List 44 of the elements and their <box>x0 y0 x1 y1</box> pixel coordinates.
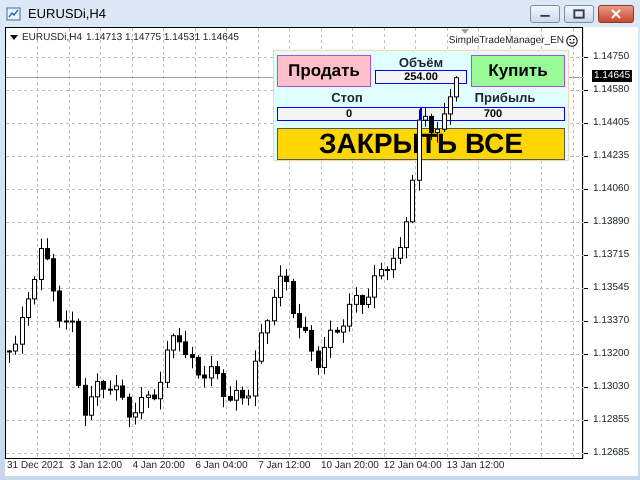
time-label: 4 Jan 20:00 <box>132 460 185 472</box>
price-label: 1.13370 <box>593 315 630 327</box>
window-title: EURUSDi,H4 <box>28 4 106 23</box>
symbol-label: EURUSDi,H4 <box>22 32 82 44</box>
price-label: 1.14580 <box>593 84 630 96</box>
time-label: 3 Jan 12:00 <box>70 460 122 472</box>
time-label: 10 Jan 20:00 <box>321 460 379 472</box>
maximize-button[interactable] <box>564 4 594 22</box>
minimize-icon <box>540 14 550 16</box>
close-icon <box>611 8 621 18</box>
buy-button[interactable]: Купить <box>471 55 565 87</box>
price-label: 1.13890 <box>593 216 630 228</box>
profit-label: Прибыль <box>474 90 536 104</box>
stop-field[interactable]: 0 <box>277 107 421 121</box>
price-label: 1.13200 <box>593 348 630 360</box>
ohlc-values: 1.14713 1.14775 1.14531 1.14645 <box>86 32 239 44</box>
indicator-name: SimpleTradeManager_EN <box>448 35 564 47</box>
time-label: 6 Jan 04:00 <box>195 460 248 472</box>
price-label: 1.13715 <box>593 249 630 261</box>
time-label: 12 Jan 04:00 <box>384 460 442 472</box>
price-label: 1.14750 <box>593 51 630 63</box>
price-label: 1.14405 <box>593 117 630 129</box>
chart-window-icon <box>6 6 22 22</box>
price-label: 1.14060 <box>593 183 630 195</box>
time-label: 13 Jan 12:00 <box>446 460 504 472</box>
price-label: 1.14235 <box>593 150 630 162</box>
price-label: 1.13545 <box>593 282 630 294</box>
price-label: 1.12685 <box>593 447 630 459</box>
minimize-button[interactable] <box>530 4 560 22</box>
stop-label: Стоп <box>330 90 364 104</box>
current-price-label: 1.14645 <box>592 70 632 82</box>
time-label: 7 Jan 12:00 <box>258 460 310 472</box>
dropdown-icon[interactable] <box>10 35 18 41</box>
volume-field[interactable]: 254.00 <box>375 70 467 84</box>
price-label: 1.12855 <box>593 414 630 426</box>
smiley-icon[interactable] <box>566 35 578 47</box>
volume-label: Объём <box>398 55 444 70</box>
maximize-icon <box>573 8 585 18</box>
sell-button[interactable]: Продать <box>277 55 371 87</box>
shift-marker-icon[interactable] <box>461 29 469 34</box>
profit-field[interactable]: 700 <box>421 107 565 121</box>
close-button[interactable] <box>598 4 634 22</box>
time-label: 31 Dec 2021 <box>7 460 64 472</box>
price-label: 1.13030 <box>593 381 630 393</box>
